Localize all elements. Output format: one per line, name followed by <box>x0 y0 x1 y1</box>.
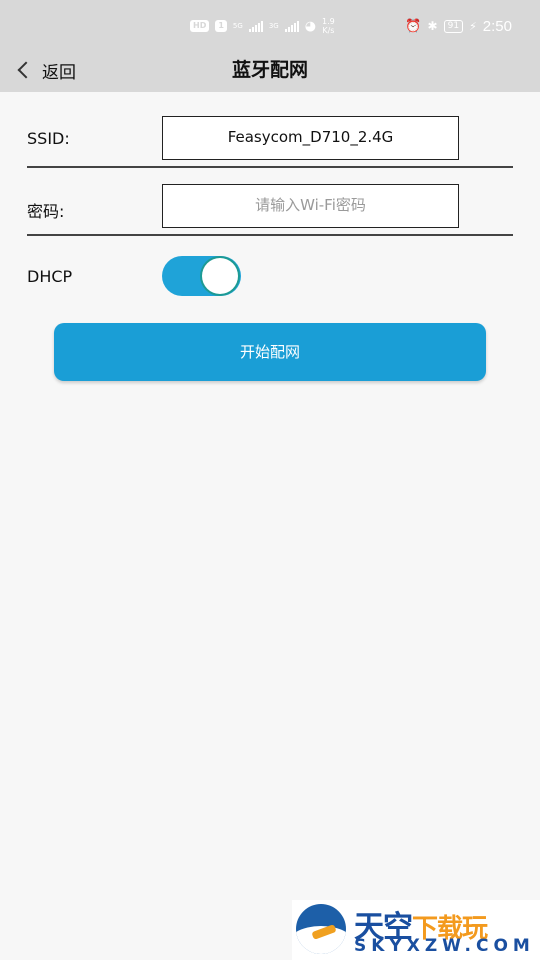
sim-badge: 1 <box>215 20 227 32</box>
divider <box>27 234 513 236</box>
battery-icon: 91 <box>443 19 464 33</box>
ssid-input[interactable]: Feasycom_D710_2.4G <box>162 116 459 160</box>
alarm-icon: ⏰ <box>405 18 422 34</box>
bluetooth-icon: ✱ <box>427 19 438 33</box>
divider <box>27 166 513 168</box>
net-speed: 1.9 K/s <box>322 17 335 35</box>
network-5g-label: 5G <box>232 22 243 30</box>
hd-badge: HD <box>190 20 210 32</box>
back-button[interactable]: 返回 <box>16 52 76 88</box>
clock: 2:50 <box>482 17 512 35</box>
password-input[interactable]: 请输入Wi-Fi密码 <box>162 184 459 228</box>
status-bar-right: ⏰ ✱ 91 ⚡ 2:50 <box>405 18 512 35</box>
network-3g-label: 3G <box>268 22 279 30</box>
start-provisioning-button[interactable]: 开始配网 <box>54 323 486 381</box>
net-speed-value: 1.9 <box>322 17 335 26</box>
ssid-label: SSID: <box>27 129 70 148</box>
wifi-icon: ◕ <box>304 18 317 34</box>
watermark-logo <box>296 904 346 954</box>
toggle-knob <box>202 258 238 294</box>
chevron-left-icon <box>17 61 35 79</box>
signal-icon-2 <box>284 20 299 32</box>
status-bar-left: HD 1 5G 3G ◕ 1.9 K/s <box>190 17 335 35</box>
back-label: 返回 <box>42 62 76 83</box>
watermark-url: SKYXZW.COM <box>354 936 535 956</box>
net-speed-unit: K/s <box>322 26 335 35</box>
app-header: 蓝牙配网 返回 <box>0 52 540 92</box>
signal-icon <box>248 20 263 32</box>
charging-icon: ⚡ <box>469 19 477 33</box>
dhcp-label: DHCP <box>27 267 73 286</box>
page-title: 蓝牙配网 <box>231 59 308 81</box>
watermark: 天空下载玩 SKYXZW.COM <box>292 900 540 960</box>
password-label: 密码: <box>27 202 65 221</box>
status-bar: HD 1 5G 3G ◕ 1.9 K/s ⏰ ✱ 91 ⚡ 2:50 <box>0 0 540 52</box>
dhcp-toggle[interactable] <box>162 256 241 296</box>
